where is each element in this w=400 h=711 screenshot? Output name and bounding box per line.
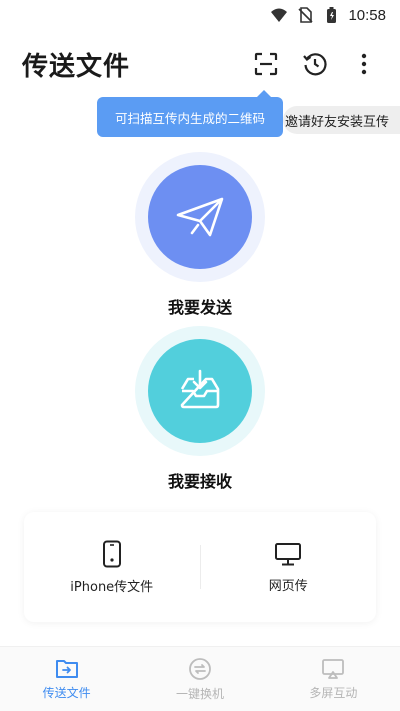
battery-icon <box>322 6 340 24</box>
wifi-icon <box>270 6 288 24</box>
status-time: 10:58 <box>348 6 386 24</box>
scan-tooltip: 可扫描互传内生成的二维码 <box>97 90 283 137</box>
send-label: 我要发送 <box>167 298 232 317</box>
iphone-transfer-label: iPhone传文件 <box>70 579 154 595</box>
folder-transfer-icon <box>55 659 78 678</box>
send-halo <box>135 152 265 282</box>
receive-label: 我要接收 <box>167 472 232 491</box>
nav-label-multi-screen: 多屏互动 <box>309 685 358 700</box>
inbox-download-icon <box>180 369 220 409</box>
invite-friends-banner[interactable]: 邀请好友安装互传 <box>283 106 400 134</box>
receive-button[interactable]: 我要接收 <box>0 326 400 492</box>
invite-banner-text: 邀请好友安装互传 <box>285 114 390 130</box>
status-bar: 10:58 <box>0 0 400 30</box>
nav-item-transfer-files[interactable]: 传送文件 <box>0 647 133 711</box>
cast-screen-icon <box>322 658 345 679</box>
nav-item-phone-switch[interactable]: 一键换机 <box>133 647 266 711</box>
send-button[interactable]: 我要发送 <box>0 152 400 318</box>
history-button[interactable] <box>299 48 331 80</box>
web-transfer-label: 网页传 <box>268 578 308 594</box>
iphone-transfer-button[interactable]: iPhone传文件 <box>24 512 200 622</box>
no-sim-icon <box>296 6 314 24</box>
web-transfer-button[interactable]: 网页传 <box>201 512 377 622</box>
send-circle <box>148 165 252 269</box>
page-title: 传送文件 <box>22 52 131 82</box>
tooltip-text: 可扫描互传内生成的二维码 <box>114 110 265 126</box>
nav-item-multi-screen[interactable]: 多屏互动 <box>267 647 400 711</box>
bottom-nav: 传送文件 一键换机 多屏互动 <box>0 646 400 711</box>
more-options-button[interactable] <box>348 48 380 80</box>
paper-plane-icon <box>176 197 224 237</box>
more-vertical-icon <box>361 53 367 75</box>
switch-phone-icon <box>189 657 211 680</box>
nav-label-phone-switch: 一键换机 <box>175 686 224 701</box>
history-icon <box>303 53 327 76</box>
receive-halo <box>135 326 265 456</box>
scan-qr-icon <box>254 52 278 76</box>
scan-qr-button[interactable] <box>250 48 282 80</box>
nav-label-transfer-files: 传送文件 <box>42 685 91 700</box>
transfer-options-card: iPhone传文件 网页传 <box>24 512 376 622</box>
receive-circle <box>148 339 252 443</box>
phone-icon <box>102 540 121 567</box>
app-header: 传送文件 <box>0 42 400 86</box>
monitor-icon <box>275 542 302 565</box>
